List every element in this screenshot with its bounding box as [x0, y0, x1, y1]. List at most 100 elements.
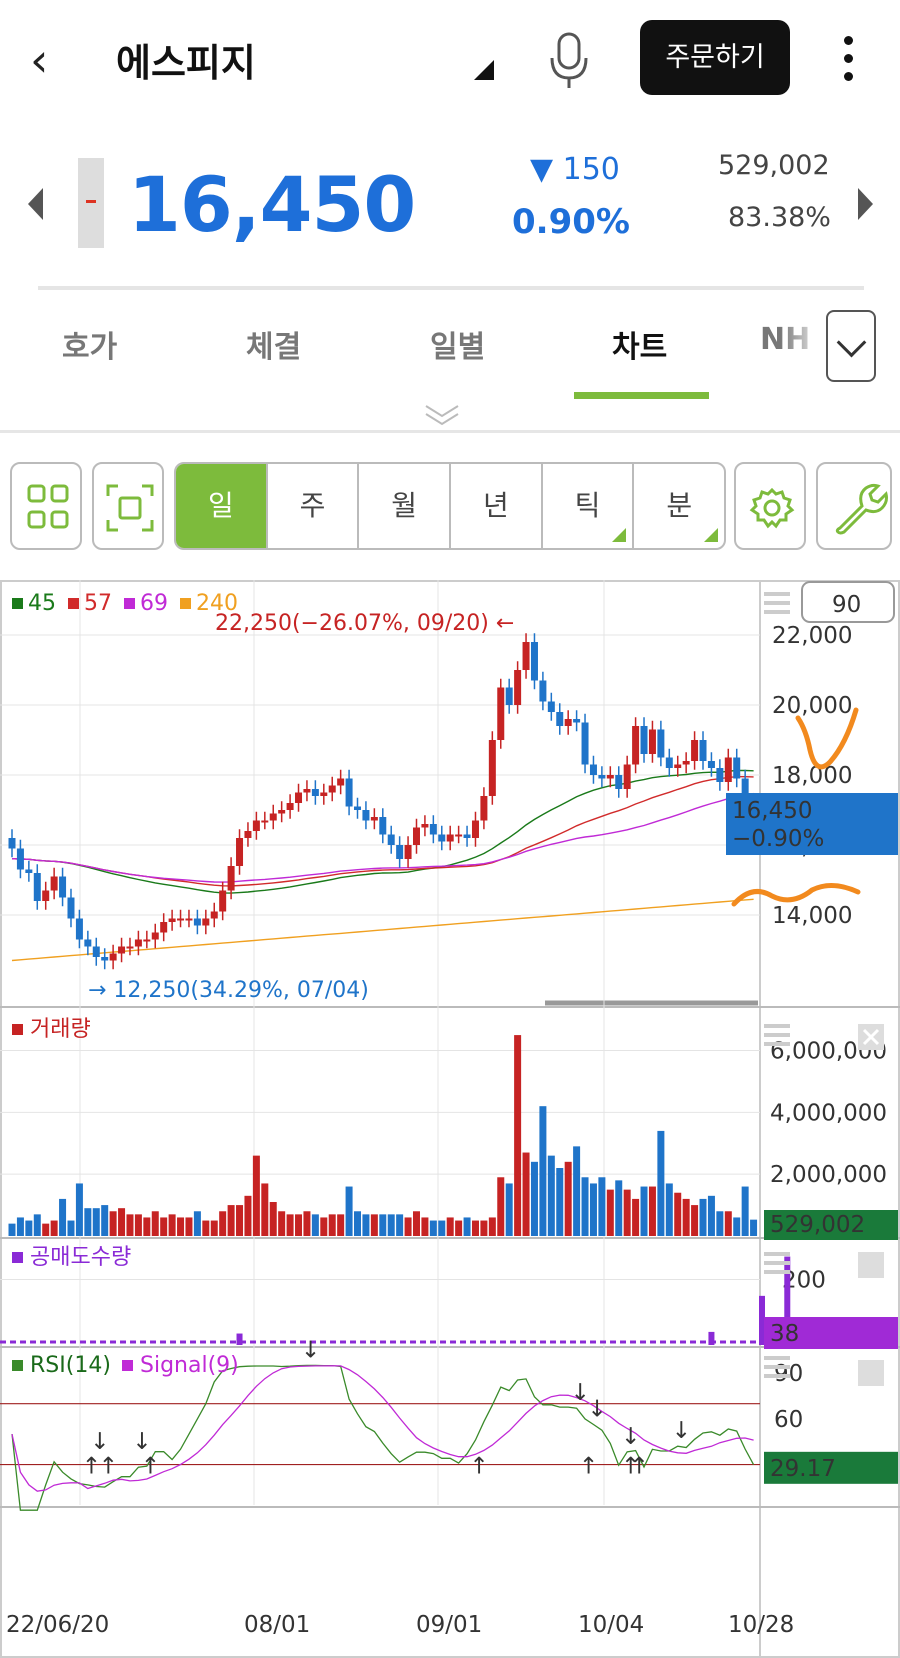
volume-bar: [547, 1155, 555, 1236]
stock-chart[interactable]: 22,00020,00018,00014,00016,0004557692402…: [0, 580, 900, 1658]
volume-bar: [741, 1186, 749, 1236]
volume-bar: [539, 1106, 547, 1236]
chevron-down-icon[interactable]: [826, 310, 876, 382]
hamburger-icon[interactable]: [764, 1033, 790, 1037]
hamburger-icon[interactable]: [764, 1365, 790, 1369]
hamburger-icon[interactable]: [764, 592, 790, 596]
back-icon[interactable]: ‹: [30, 30, 70, 90]
tab-trades[interactable]: 체결: [246, 322, 301, 366]
date-axis-tick: 09/01: [416, 1612, 482, 1638]
hamburger-icon[interactable]: [764, 1356, 790, 1360]
buy-signal-arrow-icon: ↑: [99, 1454, 118, 1480]
hamburger-icon[interactable]: [764, 1374, 790, 1378]
collapse-chevron-icon[interactable]: [422, 400, 462, 430]
candle-body: [370, 817, 378, 821]
candle-body: [522, 642, 530, 670]
trading-volume: 529,002: [718, 150, 830, 181]
volume-bar: [25, 1220, 33, 1236]
sell-signal-arrow-icon: ↓: [301, 1337, 320, 1363]
period-tick[interactable]: 틱: [543, 464, 635, 548]
candle-body: [236, 838, 244, 866]
wrench-icon[interactable]: [816, 462, 892, 550]
candle-body: [16, 848, 24, 870]
sell-signal-arrow-icon: ↓: [132, 1429, 151, 1455]
sell-signal-arrow-icon: ↓: [621, 1424, 640, 1450]
volume-bar: [564, 1161, 572, 1236]
volume-bar: [387, 1214, 395, 1236]
candle-body: [623, 764, 631, 789]
period-week[interactable]: 주: [268, 464, 360, 548]
volume-bar: [42, 1223, 50, 1236]
rsi-legend: RSI(14): [30, 1353, 111, 1378]
candle-body: [219, 890, 227, 912]
tab-daily[interactable]: 일별: [430, 322, 485, 366]
candle-body: [269, 813, 277, 821]
tab-orderbook[interactable]: 호가: [62, 322, 117, 366]
period-day[interactable]: 일: [176, 464, 268, 548]
hamburger-icon[interactable]: [764, 1261, 790, 1265]
candle-body: [404, 845, 412, 859]
stock-select-triangle-icon[interactable]: [474, 60, 494, 80]
candle-body: [387, 834, 395, 845]
gear-icon[interactable]: [734, 462, 806, 550]
candle-body: [67, 897, 75, 919]
fullscreen-icon[interactable]: [92, 462, 164, 550]
volume-bar: [429, 1220, 437, 1236]
volume-bar: [699, 1198, 707, 1236]
hamburger-icon[interactable]: [764, 610, 790, 614]
volume-bar: [227, 1205, 235, 1236]
volume-axis-tick: 4,000,000: [770, 1100, 887, 1126]
period-minute[interactable]: 분: [634, 464, 724, 548]
candle-body: [177, 918, 185, 921]
more-vertical-icon[interactable]: [838, 36, 858, 86]
close-icon[interactable]: [858, 1252, 884, 1278]
tab-chart[interactable]: 차트: [612, 322, 667, 366]
rsi-current-tag-value: 29.17: [770, 1456, 836, 1482]
period-year[interactable]: 년: [451, 464, 543, 548]
volume-bar: [261, 1183, 269, 1236]
volume-bar: [193, 1211, 201, 1236]
candle-body: [724, 757, 732, 782]
buy-signal-arrow-icon: ↑: [579, 1454, 598, 1480]
volume-current-tag-value: 529,002: [770, 1212, 865, 1238]
volume-bar: [396, 1214, 404, 1236]
hamburger-icon[interactable]: [764, 1042, 790, 1046]
volume-bar: [311, 1214, 319, 1236]
next-stock-arrow-icon[interactable]: [858, 188, 873, 220]
stock-name[interactable]: 에스피지: [116, 32, 256, 87]
hamburger-icon[interactable]: [764, 601, 790, 605]
close-icon[interactable]: [858, 1360, 884, 1386]
volume-bar: [160, 1217, 168, 1236]
candle-body: [193, 918, 201, 926]
buy-signal-arrow-icon: ↑: [630, 1454, 649, 1480]
hamburger-icon[interactable]: [764, 1024, 790, 1028]
volume-bar: [92, 1208, 100, 1236]
volume-bar: [682, 1198, 690, 1236]
volume-bar: [488, 1217, 496, 1236]
candle-body: [699, 740, 707, 761]
grid-icon[interactable]: [10, 462, 82, 550]
date-axis-tick: 22/06/20: [6, 1612, 109, 1638]
tab-fade: [780, 310, 826, 382]
candle-body: [682, 761, 690, 765]
volume-bar: [615, 1180, 623, 1236]
price-change: ▼ 150: [530, 152, 620, 187]
candle-body: [59, 876, 67, 898]
date-axis-tick: 08/01: [244, 1612, 310, 1638]
active-tab-indicator: [574, 392, 709, 399]
hamburger-icon[interactable]: [764, 1252, 790, 1256]
candle-body: [615, 775, 623, 789]
microphone-icon[interactable]: [544, 30, 594, 90]
volume-bar: [640, 1186, 648, 1236]
volume-bar: [33, 1214, 41, 1236]
legend-swatch: [12, 1360, 23, 1371]
tab-bar: 호가 체결 일별 차트 NH: [0, 300, 900, 400]
order-button[interactable]: 주문하기: [640, 20, 790, 95]
volume-bar: [581, 1177, 589, 1236]
period-month[interactable]: 월: [359, 464, 452, 548]
volume-bar: [303, 1211, 311, 1236]
volume-bar: [733, 1217, 741, 1236]
hamburger-icon[interactable]: [764, 1270, 790, 1274]
candle-body: [126, 946, 134, 949]
previous-stock-arrow-icon[interactable]: [28, 188, 43, 220]
